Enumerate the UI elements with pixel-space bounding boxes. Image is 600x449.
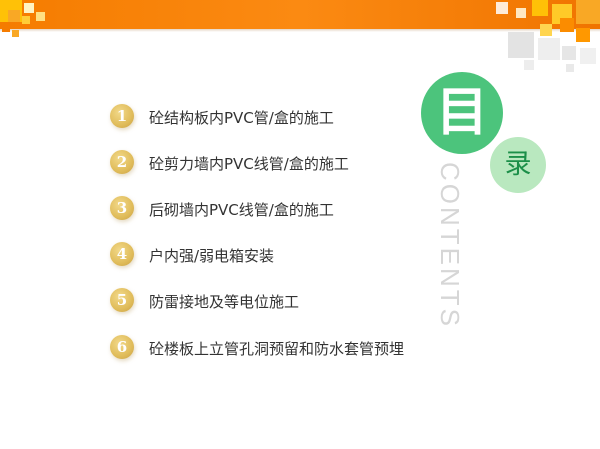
toc-item-4[interactable]: 4 户内强/弱电箱安装 (110, 242, 274, 268)
toc-item-label: 砼结构板内PVC管/盒的施工 (149, 108, 334, 127)
toc-item-3[interactable]: 3 后砌墙内PVC线管/盒的施工 (110, 196, 334, 222)
toc-number-badge: 5 (110, 288, 136, 314)
toc-item-label: 砼剪力墙内PVC线管/盒的施工 (149, 154, 349, 173)
contents-vertical-label: CONTENTS (435, 162, 465, 329)
toc-number: 5 (110, 288, 134, 312)
toc-number-badge: 3 (110, 196, 136, 222)
toc-item-label: 户内强/弱电箱安装 (149, 246, 275, 265)
toc-number: 1 (110, 104, 134, 128)
toc-item-2[interactable]: 2 砼剪力墙内PVC线管/盒的施工 (110, 150, 349, 176)
toc-item-1[interactable]: 1 砼结构板内PVC管/盒的施工 (110, 104, 334, 130)
header-bar (0, 0, 600, 29)
slide: 1 砼结构板内PVC管/盒的施工 2 砼剪力墙内PVC线管/盒的施工 3 后砌墙… (0, 0, 600, 449)
title-secondary-badge: 录 (490, 137, 546, 193)
toc-number-badge: 6 (110, 335, 136, 361)
toc-number-badge: 1 (110, 104, 136, 130)
toc-number-badge: 2 (110, 150, 136, 176)
toc-number: 2 (110, 150, 134, 174)
toc-number: 3 (110, 196, 134, 220)
toc-number: 6 (110, 335, 134, 359)
title-secondary-text: 录 (504, 149, 532, 180)
toc-item-label: 防雷接地及等电位施工 (149, 292, 300, 311)
toc-item-6[interactable]: 6 砼楼板上立管孔洞预留和防水套管预埋 (110, 335, 404, 361)
toc-item-label: 砼楼板上立管孔洞预留和防水套管预埋 (149, 339, 405, 358)
toc-number-badge: 4 (110, 242, 136, 268)
toc-item-label: 后砌墙内PVC线管/盒的施工 (149, 200, 334, 219)
toc-number: 4 (110, 242, 134, 266)
toc-item-5[interactable]: 5 防雷接地及等电位施工 (110, 288, 299, 314)
